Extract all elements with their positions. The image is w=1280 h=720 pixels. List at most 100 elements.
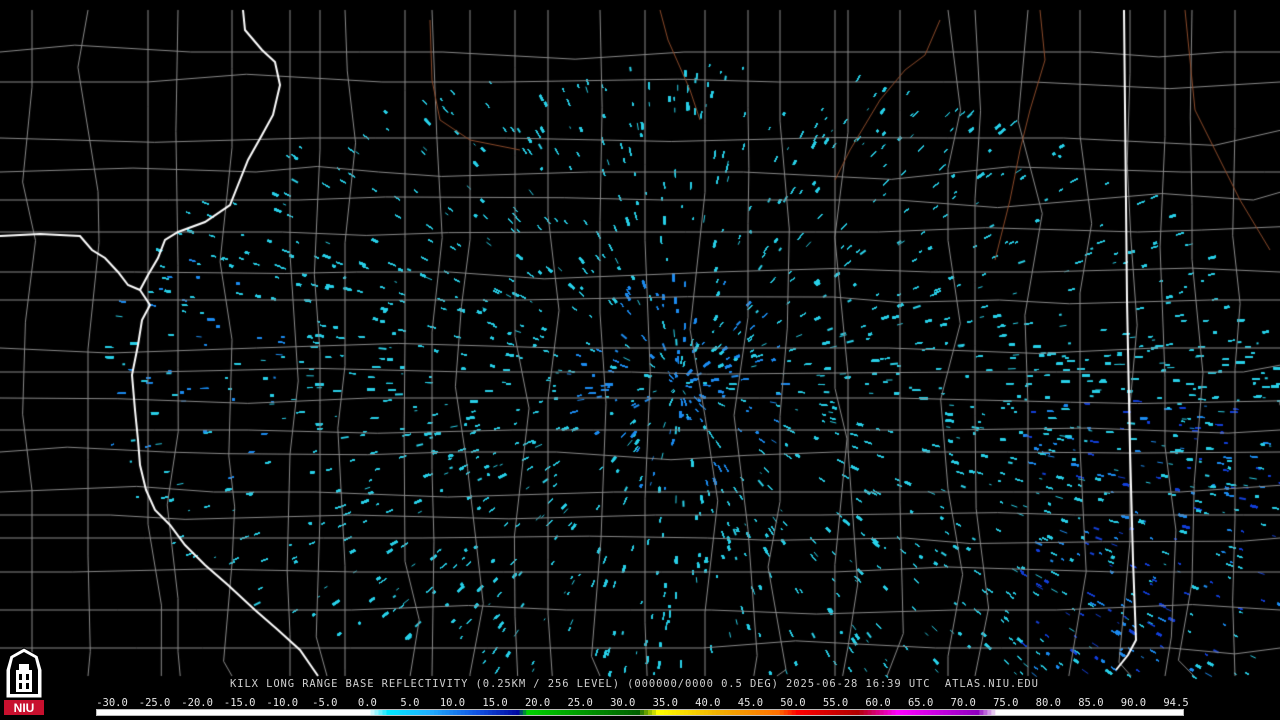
colorbar-segment xyxy=(723,710,729,715)
colorbar-segment xyxy=(1027,710,1032,715)
colorbar-segment xyxy=(859,710,865,715)
colorbar-segment xyxy=(472,710,477,715)
colorbar-segment xyxy=(915,710,921,715)
colorbar-segment xyxy=(568,710,574,715)
colorbar-segment xyxy=(1055,710,1060,715)
colorbar-segment xyxy=(939,710,945,715)
colorbar-segment xyxy=(919,710,925,715)
colorbar-segment xyxy=(867,710,873,715)
colorbar-segment xyxy=(1075,710,1080,715)
colorbar-segment xyxy=(955,710,961,715)
colorbar-segment xyxy=(1107,710,1112,715)
colorbar-segment xyxy=(108,710,114,715)
colorbar-segment xyxy=(128,710,134,715)
colorbar-segment xyxy=(561,710,566,715)
colorbar-tick-label: 80.0 xyxy=(1035,697,1061,709)
colorbar-segment xyxy=(476,710,481,715)
colorbar-segment xyxy=(120,710,126,715)
colorbar-segment xyxy=(807,710,813,715)
colorbar-segment xyxy=(243,710,249,715)
colorbar-segment xyxy=(358,710,364,715)
colorbar-tick-label: 85.0 xyxy=(1078,697,1104,709)
colorbar-segment xyxy=(311,710,316,715)
colorbar-segment xyxy=(441,710,447,715)
colorbar-segment xyxy=(855,710,861,715)
colorbar-segment xyxy=(1131,710,1136,715)
colorbar-segment xyxy=(647,710,653,715)
colorbar-segment xyxy=(608,710,613,715)
colorbar-tick-label: -25.0 xyxy=(138,697,171,709)
colorbar-segment xyxy=(1111,710,1116,715)
colorbar-segment xyxy=(100,710,106,715)
colorbar-segment xyxy=(1083,710,1088,715)
colorbar-segment xyxy=(223,710,229,715)
colorbar-segment xyxy=(1127,710,1132,715)
colorbar-segment xyxy=(1155,710,1160,715)
colorbar-segment xyxy=(418,710,423,715)
colorbar-segment xyxy=(410,710,416,715)
colorbar-segment xyxy=(362,710,368,715)
colorbar-segment xyxy=(430,710,435,715)
colorbar-segment xyxy=(378,710,384,715)
colorbar-tick-label: 75.0 xyxy=(993,697,1019,709)
colorbar-segment xyxy=(679,710,685,715)
colorbar-segment xyxy=(1003,710,1008,715)
colorbar-segment xyxy=(1119,710,1124,715)
colorbar-segment xyxy=(259,710,265,715)
colorbar-segment xyxy=(247,710,253,715)
colorbar-segment xyxy=(132,710,138,715)
colorbar-segment xyxy=(963,710,968,715)
colorbar-segment xyxy=(565,710,570,715)
reflectivity-colorbar xyxy=(96,709,1184,716)
colorbar-tick-label: -10.0 xyxy=(266,697,299,709)
colorbar-tick-label: 90.0 xyxy=(1120,697,1147,709)
colorbar-segment xyxy=(314,710,320,715)
colorbar-segment xyxy=(843,710,849,715)
colorbar-segment xyxy=(1063,710,1068,715)
colorbar-segment xyxy=(803,710,809,715)
colorbar-tick-label: 25.0 xyxy=(567,697,593,709)
colorbar-segment xyxy=(144,710,150,715)
colorbar-segment xyxy=(488,710,493,715)
colorbar-segment xyxy=(699,710,705,715)
colorbar-segment xyxy=(739,710,745,715)
colorbar-segment xyxy=(537,710,543,715)
colorbar-segment xyxy=(620,710,625,715)
colorbar-tick-label: -15.0 xyxy=(223,697,256,709)
colorbar-tick-label: 65.0 xyxy=(907,697,934,709)
colorbar-segment xyxy=(322,710,328,715)
colorbar-segment xyxy=(307,710,312,715)
colorbar-segment xyxy=(895,710,901,715)
colorbar-segment xyxy=(468,710,474,715)
colorbar-segment xyxy=(987,710,992,715)
colorbar-segment xyxy=(1059,710,1064,715)
colorbar-segment xyxy=(839,710,845,715)
colorbar-segment xyxy=(636,710,641,715)
colorbar-segment xyxy=(279,710,284,715)
colorbar-segment xyxy=(628,710,633,715)
colorbar-segment xyxy=(775,710,781,715)
colorbar-segment xyxy=(983,710,988,715)
colorbar-segment xyxy=(1015,710,1020,715)
colorbar-tick-label: -20.0 xyxy=(181,697,213,709)
colorbar-segment xyxy=(508,710,513,715)
colorbar-segment xyxy=(1047,710,1052,715)
colorbar-segment xyxy=(263,710,269,715)
colorbar-segment xyxy=(251,710,257,715)
colorbar-segment xyxy=(557,710,562,715)
colorbar-segment xyxy=(299,710,304,715)
colorbar-segment xyxy=(255,710,261,715)
colorbar-segment xyxy=(211,710,217,715)
colorbar-segment xyxy=(366,710,372,715)
colorbar-segment xyxy=(116,710,122,715)
colorbar-tick-label: 15.0 xyxy=(482,697,508,709)
colorbar-segment xyxy=(496,710,501,715)
colorbar-segment xyxy=(979,710,984,715)
colorbar-segment xyxy=(612,710,617,715)
colorbar-segment xyxy=(1135,710,1140,715)
colorbar-segment xyxy=(398,710,404,715)
colorbar-segment xyxy=(763,710,769,715)
colorbar-segment xyxy=(184,710,189,715)
radar-map xyxy=(0,0,1280,720)
colorbar-segment xyxy=(1167,710,1172,715)
